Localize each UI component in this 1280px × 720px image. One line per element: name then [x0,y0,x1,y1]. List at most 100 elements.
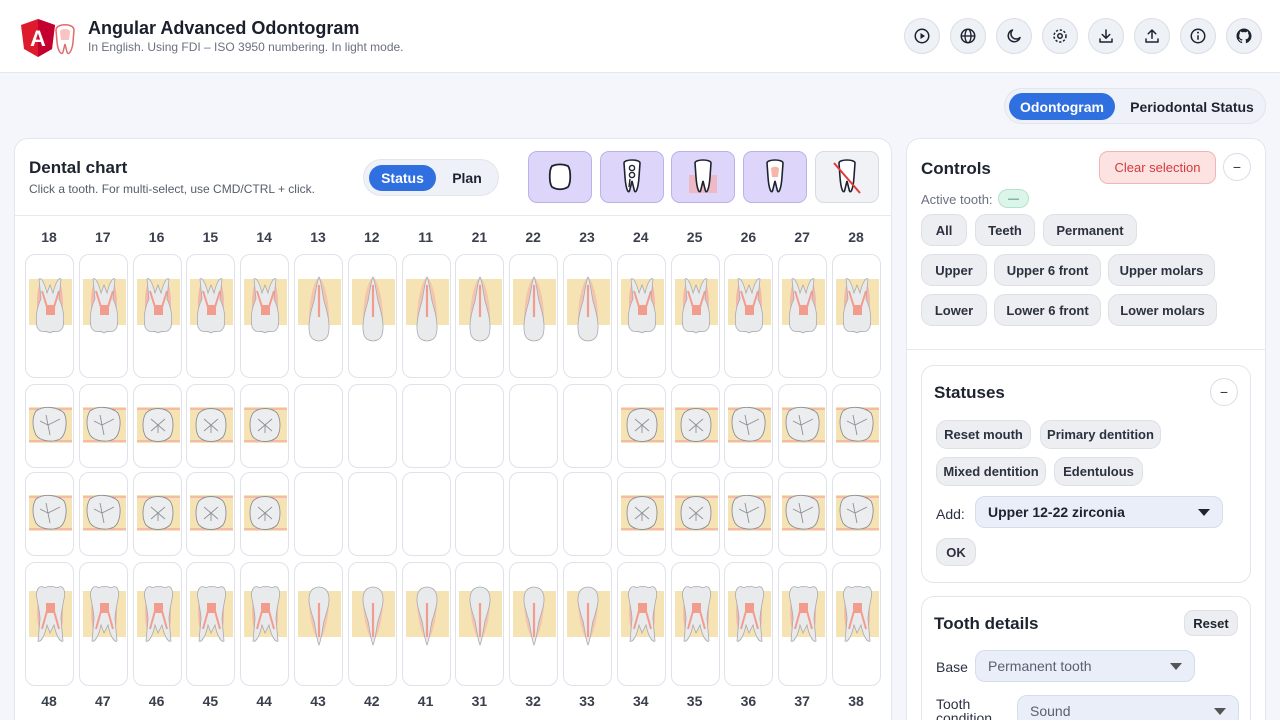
tooth-34[interactable] [616,562,666,686]
root-canal-tool-button[interactable] [600,151,664,203]
tooth-15[interactable] [186,254,236,378]
tooth-46-occlusal[interactable] [132,472,182,556]
tooth-27[interactable] [778,254,828,378]
tooth-42[interactable] [347,562,397,686]
tooth-35-occlusal[interactable] [670,472,720,556]
chip-upper[interactable]: Upper [921,254,987,286]
tooth-11[interactable] [401,254,451,378]
tooth-44-occlusal[interactable] [240,472,290,556]
chip-edentulous[interactable]: Edentulous [1054,457,1143,486]
tooth-45[interactable] [186,562,236,686]
tooth-43-occlusal[interactable] [294,472,343,556]
chip-all[interactable]: All [921,214,967,246]
chip-upper-6-front[interactable]: Upper 6 front [994,254,1101,286]
tooth-28-occlusal[interactable] [832,384,881,468]
tooth-16-occlusal[interactable] [132,384,182,468]
tooth-17[interactable] [78,254,128,378]
tooth-23[interactable] [563,254,612,378]
tab-status[interactable]: Status [369,165,436,191]
chip-reset-mouth[interactable]: Reset mouth [936,420,1031,449]
chip-upper-molars[interactable]: Upper molars [1108,254,1215,286]
tooth-25[interactable] [670,254,720,378]
tooth-12-occlusal[interactable] [347,384,397,468]
base-select[interactable]: Permanent tooth [975,650,1195,682]
tooth-16[interactable] [132,254,182,378]
chip-lower[interactable]: Lower [921,294,987,326]
tooth-42-occlusal[interactable] [347,472,397,556]
tooth-21[interactable] [455,254,505,378]
tooth-details-reset-button[interactable]: Reset [1184,610,1238,636]
ok-button[interactable]: OK [936,538,976,566]
tab-periodontal-status[interactable]: Periodontal Status [1123,93,1261,120]
tooth-12[interactable] [347,254,397,378]
tooth-41[interactable] [401,562,451,686]
tooth-21-occlusal[interactable] [455,384,505,468]
chip-permanent[interactable]: Permanent [1043,214,1137,246]
tab-odontogram[interactable]: Odontogram [1009,93,1115,120]
tooth-48-occlusal[interactable] [25,472,74,556]
github-button[interactable] [1226,18,1262,54]
theme-button[interactable] [996,18,1032,54]
tooth-43[interactable] [294,562,343,686]
tooth-47-occlusal[interactable] [78,472,128,556]
clear-selection-button[interactable]: Clear selection [1099,151,1216,184]
tooth-13-occlusal[interactable] [294,384,343,468]
tooth-26[interactable] [724,254,774,378]
chip-mixed-dentition[interactable]: Mixed dentition [936,457,1046,486]
chip-primary-dentition[interactable]: Primary dentition [1040,420,1161,449]
play-button[interactable] [904,18,940,54]
gum-tool-button[interactable] [671,151,735,203]
tooth-27-occlusal[interactable] [778,384,828,468]
chip-lower-molars[interactable]: Lower molars [1108,294,1217,326]
surface-tool-button[interactable] [528,151,592,203]
crown-tool-button[interactable] [743,151,807,203]
tooth-33-occlusal[interactable] [563,472,612,556]
tooth-31[interactable] [455,562,505,686]
download-button[interactable] [1088,18,1124,54]
chip-teeth[interactable]: Teeth [975,214,1035,246]
tooth-41-occlusal[interactable] [401,472,451,556]
add-status-select[interactable]: Upper 12-22 zirconia [975,496,1223,528]
tooth-26-occlusal[interactable] [724,384,774,468]
tooth-34-occlusal[interactable] [616,472,666,556]
condition-select[interactable]: Sound [1017,695,1239,720]
tooth-37-occlusal[interactable] [778,472,828,556]
tooth-44[interactable] [240,562,290,686]
tooth-25-occlusal[interactable] [670,384,720,468]
tooth-23-occlusal[interactable] [563,384,612,468]
tooth-13[interactable] [294,254,343,378]
tooth-32-occlusal[interactable] [509,472,559,556]
tooth-22[interactable] [509,254,559,378]
controls-collapse-button[interactable]: − [1223,153,1251,181]
tooth-37[interactable] [778,562,828,686]
tooth-33[interactable] [563,562,612,686]
tooth-38[interactable] [832,562,881,686]
tooth-28[interactable] [832,254,881,378]
tooth-31-occlusal[interactable] [455,472,505,556]
tooth-17-occlusal[interactable] [78,384,128,468]
tooth-32[interactable] [509,562,559,686]
settings-button[interactable] [1042,18,1078,54]
tooth-36[interactable] [724,562,774,686]
tooth-38-occlusal[interactable] [832,472,881,556]
upload-button[interactable] [1134,18,1170,54]
tooth-14[interactable] [240,254,290,378]
tooth-48[interactable] [25,562,74,686]
tooth-24-occlusal[interactable] [616,384,666,468]
tooth-46[interactable] [132,562,182,686]
tooth-24[interactable] [616,254,666,378]
tooth-14-occlusal[interactable] [240,384,290,468]
language-button[interactable] [950,18,986,54]
missing-tool-button[interactable] [815,151,879,203]
tooth-35[interactable] [670,562,720,686]
tooth-22-occlusal[interactable] [509,384,559,468]
chip-lower-6-front[interactable]: Lower 6 front [994,294,1101,326]
tooth-18[interactable] [25,254,74,378]
tooth-18-occlusal[interactable] [25,384,74,468]
statuses-collapse-button[interactable]: − [1210,378,1238,406]
tab-plan[interactable]: Plan [440,165,494,191]
tooth-15-occlusal[interactable] [186,384,236,468]
tooth-11-occlusal[interactable] [401,384,451,468]
tooth-45-occlusal[interactable] [186,472,236,556]
tooth-36-occlusal[interactable] [724,472,774,556]
